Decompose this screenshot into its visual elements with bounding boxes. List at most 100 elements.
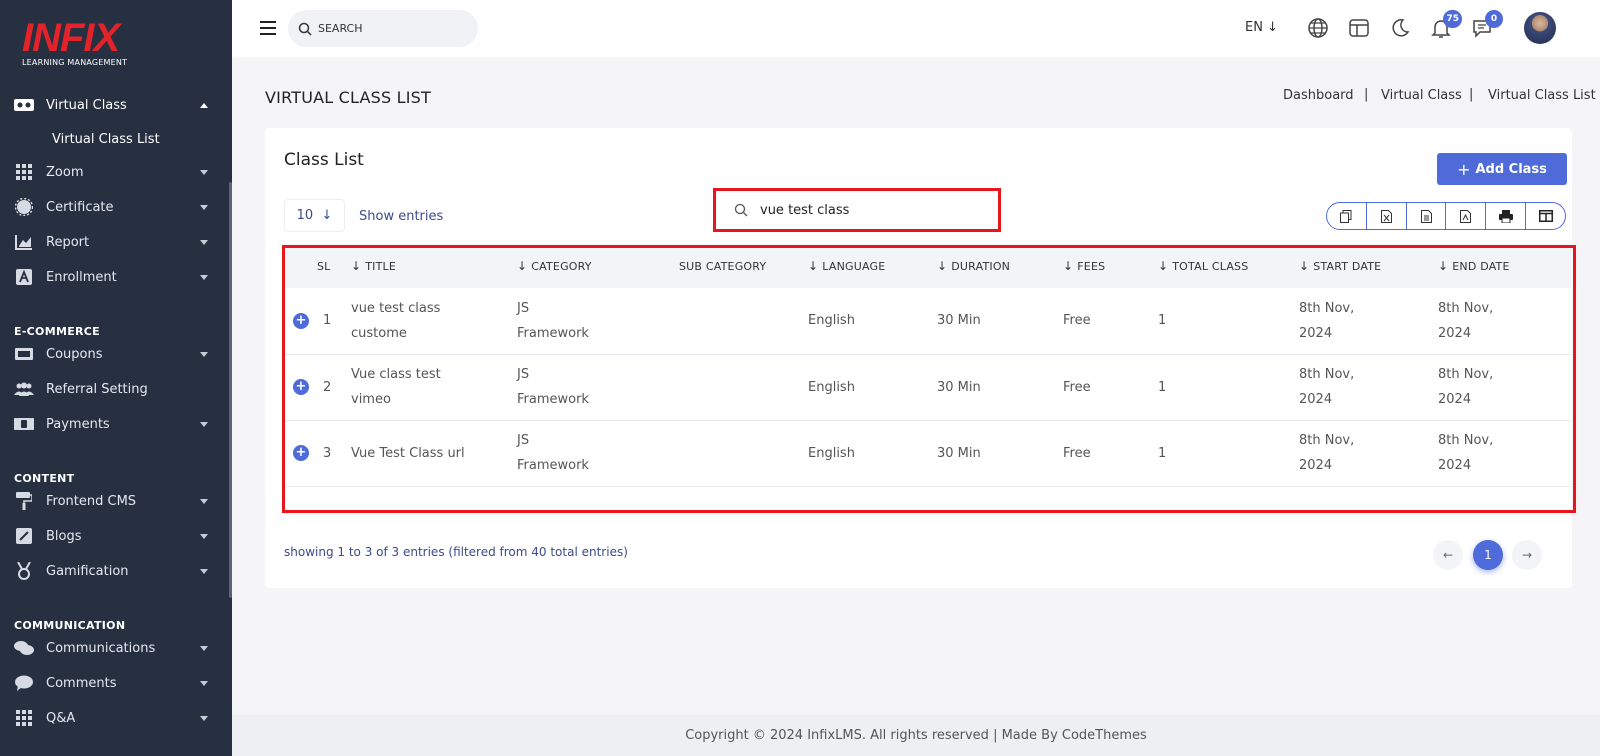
chevron-up-icon (200, 103, 208, 108)
sidebar-item-label: Referral Setting (46, 381, 148, 397)
hamburger-menu-icon[interactable] (260, 21, 276, 39)
grid-icon (14, 162, 34, 182)
sidebar: INFIX LEARNING MANAGEMENT Virtual Class … (0, 0, 232, 756)
chevron-down-icon (200, 716, 208, 721)
columns-icon[interactable] (1525, 203, 1565, 229)
breadcrumb-virtual-class[interactable]: Virtual Class (1381, 88, 1462, 103)
sidebar-item-report[interactable]: Report (0, 225, 232, 259)
sidebar-item-communications[interactable]: Communications (0, 631, 232, 665)
sidebar-scrollbar[interactable] (229, 182, 232, 598)
footer: Copyright © 2024 InfixLMS. All rights re… (232, 715, 1600, 756)
entries-per-page-select[interactable]: 10 ↓ (284, 199, 345, 232)
add-class-button[interactable]: + Add Class (1437, 153, 1567, 185)
chevron-down-icon (200, 240, 208, 245)
badge-icon (14, 197, 34, 217)
messages-icon[interactable]: 0 (1471, 10, 1503, 41)
sidebar-item-label: Blogs (46, 528, 82, 544)
users-icon (14, 379, 34, 399)
plus-icon: + (1457, 159, 1471, 179)
topbar: EN ↓ 75 0 (232, 0, 1600, 57)
chevron-down-icon (200, 422, 208, 427)
print-icon[interactable] (1485, 203, 1525, 229)
search-highlight-box (713, 188, 1001, 232)
enrollment-icon (14, 267, 34, 287)
chevron-down-icon (200, 205, 208, 210)
moon-icon[interactable] (1389, 17, 1413, 41)
sidebar-item-label: Zoom (46, 164, 84, 180)
global-search[interactable] (288, 10, 478, 47)
chevron-down-icon (200, 170, 208, 175)
sidebar-item-referral-setting[interactable]: Referral Setting (0, 372, 232, 406)
sidebar-item-label: Frontend CMS (46, 493, 137, 509)
entries-value: 10 (296, 208, 314, 223)
pagination-page-1[interactable]: 1 (1473, 540, 1503, 570)
globe-icon[interactable] (1307, 17, 1331, 41)
chevron-down-icon (200, 646, 208, 651)
table-highlight-box (282, 245, 1576, 513)
sidebar-item-label: Comments (46, 675, 117, 691)
arrow-down-icon: ↓ (321, 208, 333, 223)
sidebar-item-zoom[interactable]: Zoom (0, 155, 232, 189)
sidebar-item-label: Enrollment (46, 269, 117, 285)
sidebar-item-coupons[interactable]: Coupons (0, 337, 232, 371)
sidebar-item-label: Certificate (46, 199, 114, 215)
language-code: EN (1245, 20, 1263, 35)
pagination-prev-button[interactable]: ← (1433, 540, 1463, 570)
notification-count-badge: 75 (1443, 10, 1462, 28)
logo-text: INFIX (22, 16, 120, 60)
sidebar-item-enrollment[interactable]: Enrollment (0, 260, 232, 294)
sidebar-item-certificate[interactable]: Certificate (0, 190, 232, 224)
pagination-next-button[interactable]: → (1512, 540, 1542, 570)
arrow-left-icon: ← (1442, 548, 1454, 562)
sidebar-item-label: Coupons (46, 346, 103, 362)
sidebar-item-label: Report (46, 234, 90, 250)
arrow-down-icon: ↓ (1267, 20, 1278, 35)
comment-icon (14, 673, 34, 693)
pdf-icon[interactable] (1445, 203, 1485, 229)
card-title: Class List (284, 150, 364, 170)
layout-icon[interactable] (1348, 17, 1372, 41)
notification-bell-icon[interactable]: 75 (1430, 10, 1462, 41)
breadcrumb-dashboard[interactable]: Dashboard (1283, 88, 1354, 103)
show-entries-label: Show entries (359, 209, 444, 224)
breadcrumb-separator: | (1364, 87, 1369, 102)
chevron-down-icon (200, 681, 208, 686)
chevron-down-icon (200, 499, 208, 504)
sidebar-item-qa[interactable]: Q&A (0, 701, 232, 735)
copy-icon[interactable] (1327, 203, 1366, 229)
sidebar-item-label: Virtual Class (46, 97, 127, 113)
chart-icon (14, 232, 34, 252)
paint-roller-icon (14, 491, 34, 511)
language-selector[interactable]: EN ↓ (1245, 20, 1278, 35)
sidebar-subitem-virtual-class-list[interactable]: Virtual Class List (52, 132, 160, 147)
sidebar-item-frontend-cms[interactable]: Frontend CMS (0, 484, 232, 518)
arrow-right-icon: → (1521, 548, 1533, 562)
chevron-down-icon (200, 275, 208, 280)
breadcrumb-virtual-class-list: Virtual Class List (1488, 88, 1596, 103)
medal-icon (14, 561, 34, 581)
csv-icon[interactable] (1405, 203, 1446, 229)
chat-icon (14, 638, 34, 658)
sidebar-item-blogs[interactable]: Blogs (0, 519, 232, 553)
money-icon (14, 414, 34, 434)
chevron-down-icon (200, 352, 208, 357)
logo[interactable]: INFIX LEARNING MANAGEMENT (22, 16, 127, 67)
sidebar-item-virtual-class[interactable]: Virtual Class (0, 88, 232, 122)
sidebar-item-gamification[interactable]: Gamification (0, 554, 232, 588)
sidebar-item-label: Communications (46, 640, 156, 656)
sidebar-item-payments[interactable]: Payments (0, 407, 232, 441)
user-avatar[interactable] (1524, 12, 1556, 44)
chevron-down-icon (200, 534, 208, 539)
grid-icon (14, 708, 34, 728)
sidebar-item-comments[interactable]: Comments (0, 666, 232, 700)
page-title: VIRTUAL CLASS LIST (265, 88, 432, 107)
add-class-label: Add Class (1475, 161, 1547, 177)
sidebar-item-label: Payments (46, 416, 110, 432)
search-icon (298, 22, 312, 36)
global-search-input[interactable] (318, 22, 468, 35)
breadcrumb-separator: | (1469, 87, 1474, 102)
messages-count-badge: 0 (1485, 10, 1503, 28)
excel-icon[interactable] (1365, 203, 1406, 229)
vr-headset-icon (14, 95, 34, 115)
coupon-icon (14, 344, 34, 364)
